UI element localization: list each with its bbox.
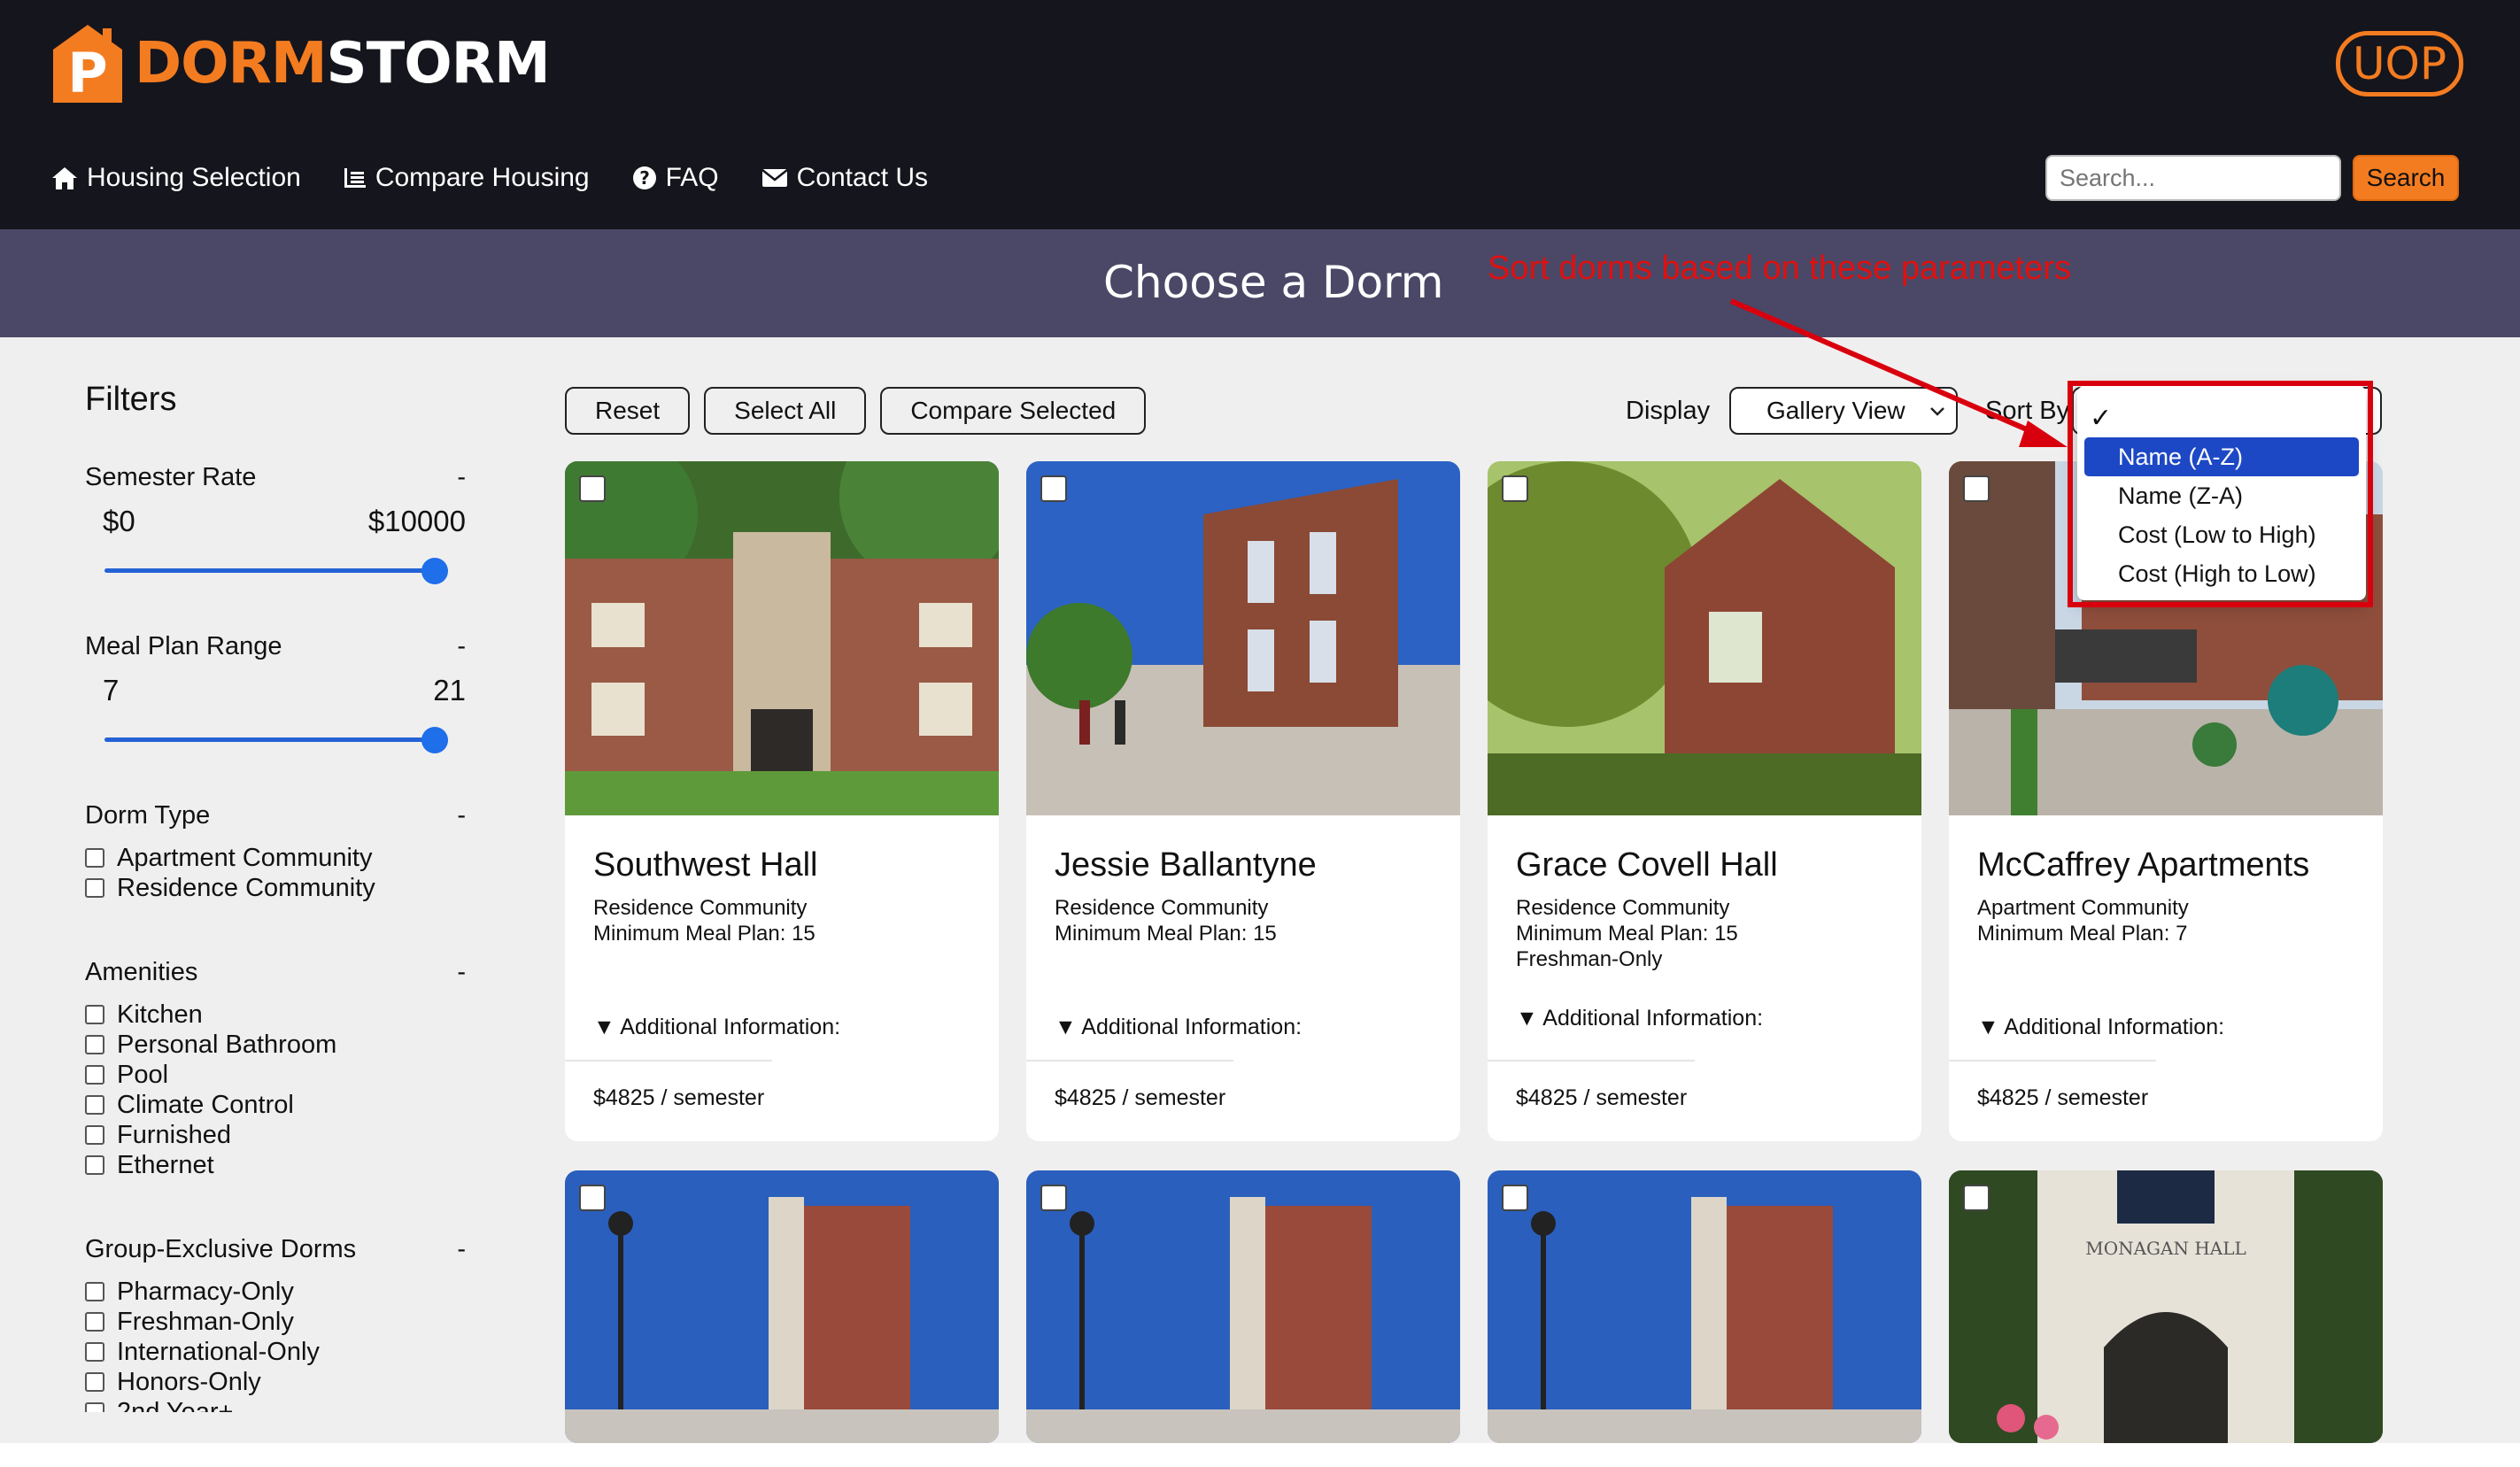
annotation-arrow (1729, 298, 2068, 447)
